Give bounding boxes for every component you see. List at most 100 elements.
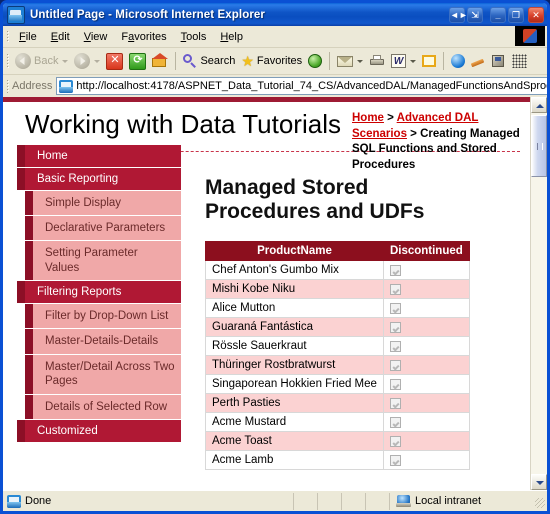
restore-window-glyph: ⇲	[471, 9, 479, 20]
cell-productname: Alice Mutton	[205, 298, 384, 319]
column-header-productname[interactable]: ProductName	[205, 241, 384, 262]
grid-icon	[512, 54, 528, 68]
column-header-discontinued[interactable]: Discontinued	[382, 241, 470, 262]
mail-button[interactable]	[334, 50, 366, 72]
table-row: Chef Anton's Gumbo Mix	[205, 260, 470, 281]
sidebar-item-simple-display[interactable]: Simple Display	[25, 190, 181, 216]
breadcrumb-sep-1: >	[383, 112, 397, 124]
notes-button[interactable]	[419, 50, 439, 72]
minimize-glyph: _	[495, 9, 501, 20]
window-controls: ◄► ⇲ _ ❐ ✕	[449, 6, 544, 23]
discontinued-checkbox	[389, 264, 401, 276]
sidebar-item-label: Master-Details-Details	[45, 335, 159, 348]
print-button[interactable]	[366, 50, 388, 72]
grid-header: ProductName Discontinued	[205, 241, 470, 262]
back-button[interactable]: Back	[12, 50, 71, 72]
page-content: Working with Data Tutorials Home > Advan…	[3, 97, 530, 490]
grid-body: Chef Anton's Gumbo Mix Mishi Kobe Niku Ali…	[205, 260, 470, 471]
sidebar-item-label: Home	[37, 149, 68, 162]
table-row: Rössle Sauerkraut	[205, 336, 470, 357]
sidebar-item-label: Basic Reporting	[37, 172, 119, 185]
menu-help[interactable]: Help	[213, 29, 250, 45]
stop-button[interactable]: ✕	[103, 50, 126, 72]
menu-edit[interactable]: Edit	[44, 29, 77, 45]
highlight-button[interactable]	[468, 50, 489, 72]
table-row: Acme Toast	[205, 431, 470, 452]
messenger-button[interactable]	[448, 50, 468, 72]
mail-icon	[337, 55, 354, 67]
cell-discontinued	[382, 260, 470, 281]
restore-window-button[interactable]: ⇲	[467, 6, 483, 23]
status-segment-1	[294, 492, 318, 510]
sidebar-item-master-details-details[interactable]: Master-Details-Details	[25, 329, 181, 355]
sidebar-item-master-detail-across-two-pages[interactable]: Master/Detail Across Two Pages	[25, 354, 181, 395]
menu-favorites[interactable]: Favorites	[114, 29, 173, 45]
status-text: Done	[25, 495, 52, 507]
security-zone[interactable]: Local intranet	[390, 493, 533, 510]
search-label: Search	[200, 55, 236, 67]
refresh-button[interactable]: ⟳	[126, 50, 149, 72]
menu-edit-rest: dit	[58, 30, 70, 43]
sidebar-item-basic-reporting[interactable]: Basic Reporting	[17, 167, 181, 191]
sidebar-item-label: Details of Selected Row	[45, 400, 168, 413]
edit-chevron-down-icon[interactable]	[410, 59, 417, 63]
sidebar-item-filter-by-drop-down-list[interactable]: Filter by Drop-Down List	[25, 304, 181, 330]
vertical-scrollbar[interactable]	[530, 97, 547, 490]
menu-view[interactable]: View	[77, 29, 115, 45]
cell-productname: Perth Pasties	[205, 393, 384, 414]
toolbar: Back ✕ ⟳ Search ★ Favorites W	[3, 48, 547, 75]
menu-tools-rest: ools	[186, 30, 207, 43]
discontinued-checkbox	[389, 454, 401, 466]
restore-group-button[interactable]: ◄►	[449, 6, 468, 23]
table-row: Acme Mustard	[205, 412, 470, 433]
cell-productname: Chef Anton's Gumbo Mix	[205, 260, 384, 281]
research-button[interactable]	[509, 50, 530, 72]
status-segment-4	[366, 492, 390, 510]
forward-button[interactable]	[71, 50, 103, 72]
home-button[interactable]	[149, 50, 171, 72]
window-title: Untitled Page - Microsoft Internet Explo…	[30, 8, 265, 21]
close-button[interactable]: ✕	[528, 6, 544, 23]
zone-label: Local intranet	[415, 495, 482, 507]
media-button[interactable]	[305, 50, 325, 72]
status-segment-2	[318, 492, 342, 510]
menu-tools[interactable]: Tools	[174, 29, 214, 45]
back-chevron-down-icon[interactable]	[62, 59, 69, 63]
sidebar-item-filtering-reports[interactable]: Filtering Reports	[17, 281, 181, 305]
cell-productname: Guaraná Fantástica	[205, 317, 384, 338]
discontinued-checkbox	[389, 302, 401, 314]
scrollbar-thumb[interactable]	[531, 115, 547, 177]
cell-discontinued	[382, 279, 470, 300]
maximize-button[interactable]: ❐	[508, 6, 524, 23]
cell-discontinued	[382, 355, 470, 376]
menu-file[interactable]: File	[12, 29, 44, 45]
mail-chevron-down-icon[interactable]	[357, 59, 364, 63]
scroll-up-button[interactable]	[531, 97, 547, 113]
messenger-icon	[451, 54, 466, 68]
toolbar-separator-3	[443, 52, 445, 70]
minimize-button[interactable]: _	[490, 6, 506, 23]
sidebar-item-customized[interactable]: Customized	[17, 419, 181, 442]
cell-productname: Acme Mustard	[205, 412, 384, 433]
scrollbar-track[interactable]	[531, 113, 547, 474]
scroll-down-button[interactable]	[531, 474, 547, 490]
sidebar-item-details-of-selected-row[interactable]: Details of Selected Row	[25, 394, 181, 420]
products-grid: ProductName Discontinued Chef Anton's Gu…	[205, 241, 470, 471]
sidebar-item-home[interactable]: Home	[17, 144, 181, 168]
edit-button[interactable]: W	[388, 50, 419, 72]
sidebar-item-label: Master/Detail Across Two Pages	[45, 360, 175, 388]
forward-chevron-down-icon[interactable]	[94, 59, 101, 63]
table-row: Singaporean Hokkien Fried Mee	[205, 374, 470, 395]
sidebar-item-setting-parameter-values[interactable]: Setting Parameter Values	[25, 241, 181, 282]
sidebar-item-declarative-parameters[interactable]: Declarative Parameters	[25, 215, 181, 242]
menu-bar: File Edit View Favorites Tools Help	[3, 26, 547, 48]
favorites-button[interactable]: ★ Favorites	[238, 50, 305, 72]
status-message-area: Done	[3, 492, 294, 510]
table-row: Perth Pasties	[205, 393, 470, 414]
page-icon	[59, 79, 74, 93]
breadcrumb-home-link[interactable]: Home	[352, 112, 384, 124]
resize-grip[interactable]	[533, 493, 547, 510]
address-input[interactable]: http://localhost:4178/ASPNET_Data_Tutori…	[56, 77, 547, 95]
search-button[interactable]: Search	[180, 50, 238, 72]
discuss-button[interactable]	[489, 50, 509, 72]
